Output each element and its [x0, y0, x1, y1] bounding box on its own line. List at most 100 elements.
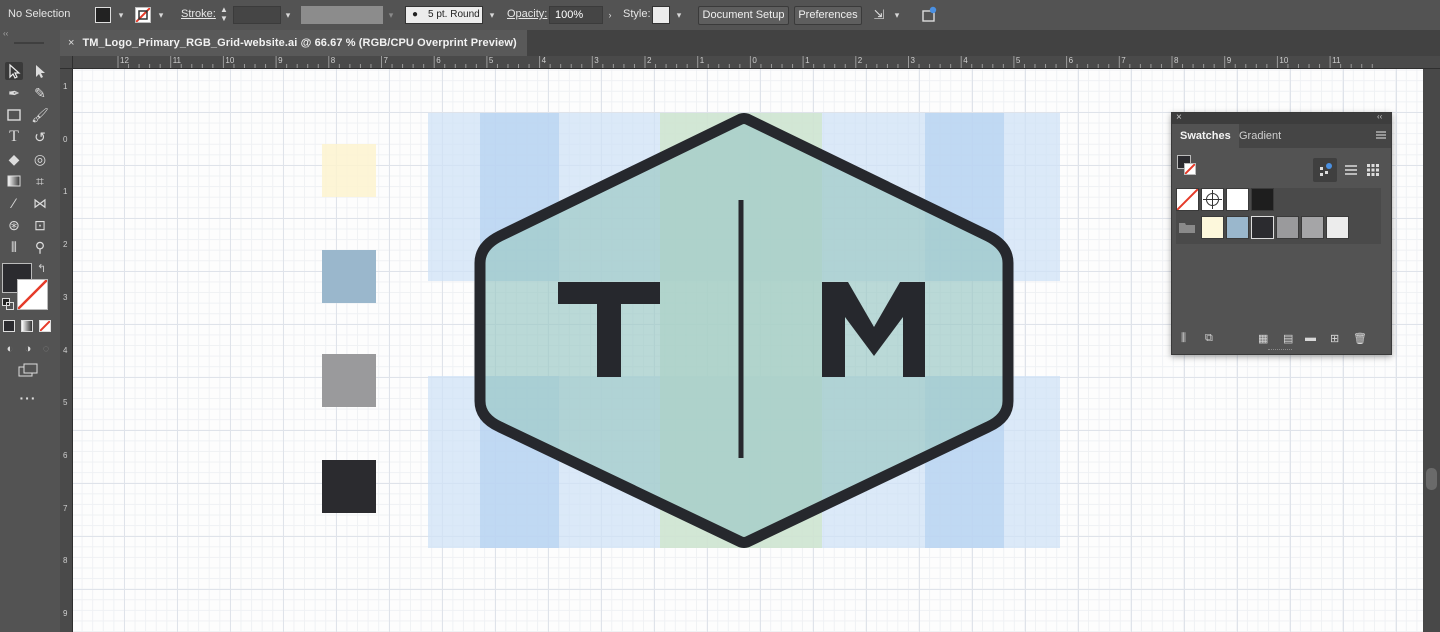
mesh-tool-icon[interactable]: ⌗: [31, 172, 49, 190]
vertical-scrollbar[interactable]: [1423, 69, 1440, 632]
panel-collapse-icon[interactable]: ‹‹: [1377, 112, 1382, 121]
vertical-ruler[interactable]: 1 0 1 2 3 4 5 6 7 8 9: [60, 56, 73, 632]
tools-panel: ‹‹ ✒ ✎ 🖌 T ↺ ◆ ◎ ⌗ ⁄ ⋈ ⊛ ⊡ ⫴ ⚲ ↰ ◐ ◑ ◌ ·…: [0, 30, 61, 632]
swatch-black[interactable]: [1251, 188, 1274, 211]
document-tab-bar: × TM_Logo_Primary_RGB_Grid-website.ai @ …: [60, 30, 1440, 56]
opacity-label[interactable]: Opacity:: [507, 8, 547, 20]
draw-behind-icon[interactable]: ◑: [19, 340, 37, 358]
place-swatch-icon[interactable]: ⧉: [1205, 332, 1213, 345]
color-mode-icon[interactable]: [3, 320, 15, 332]
document-tab[interactable]: × TM_Logo_Primary_RGB_Grid-website.ai @ …: [60, 30, 527, 56]
swatch-none[interactable]: [1176, 188, 1199, 211]
edit-toolbar-more-icon[interactable]: ···: [18, 390, 38, 406]
swatch-gray[interactable]: [1276, 216, 1299, 239]
opacity-arrow-icon[interactable]: ›: [604, 6, 616, 24]
document-setup-button[interactable]: Document Setup: [698, 6, 789, 25]
column-graph-tool-icon[interactable]: ⫴: [5, 238, 23, 256]
ruler-label: 9: [1226, 56, 1232, 65]
tab-swatches[interactable]: Swatches: [1172, 124, 1239, 148]
opacity-field[interactable]: 100%: [549, 6, 603, 24]
toolbar-grip[interactable]: [14, 42, 44, 44]
swatch-yellow[interactable]: [1201, 216, 1224, 239]
default-fill-stroke-icon[interactable]: [2, 298, 14, 310]
ruler-label: 3: [910, 56, 915, 65]
preferences-button[interactable]: Preferences: [794, 6, 862, 25]
eyedropper-tool-icon[interactable]: ⁄: [5, 194, 23, 212]
zoom-tool-icon[interactable]: ⚲: [31, 238, 49, 256]
horizontal-ruler[interactable]: 12 11 10 9 8 7 6 5 4 3 2 1 0 1 2 3 4 5 6 7 8 9 10 11: [60, 56, 1440, 69]
gradient-mode-icon[interactable]: [21, 320, 33, 332]
gradient-tool-icon[interactable]: [5, 172, 23, 190]
fill-chevron-down-icon[interactable]: ▾: [116, 10, 126, 20]
artboard-tool-icon[interactable]: ⊡: [31, 216, 49, 234]
swatch-registration[interactable]: [1201, 188, 1224, 211]
draw-normal-icon[interactable]: ◐: [1, 340, 19, 358]
grid-view-icon[interactable]: [1366, 163, 1380, 177]
stroke-weight-chevron-icon[interactable]: ▾: [283, 10, 293, 20]
swatch-white[interactable]: [1226, 188, 1249, 211]
gray-color-chip[interactable]: [322, 354, 376, 407]
stroke-swatch[interactable]: [135, 7, 151, 23]
rectangle-tool-icon[interactable]: [5, 106, 23, 124]
swatch-dark[interactable]: [1251, 216, 1274, 239]
blend-tool-icon[interactable]: ⋈: [31, 194, 49, 212]
scrollbar-thumb[interactable]: [1426, 468, 1437, 490]
style-chevron-icon[interactable]: ▾: [674, 10, 684, 20]
new-swatch-icon[interactable]: ⊞: [1330, 332, 1339, 345]
color-group-edit-icon[interactable]: ▦: [1258, 332, 1268, 345]
new-color-group-icon[interactable]: ▬: [1305, 332, 1316, 344]
direct-selection-tool-icon[interactable]: [31, 62, 49, 80]
arrange-documents-icon[interactable]: [920, 6, 938, 24]
list-view-icon[interactable]: [1344, 163, 1358, 177]
rotate-tool-icon[interactable]: ↺: [31, 128, 49, 146]
curvature-tool-icon[interactable]: ✎: [31, 84, 49, 102]
swatch-options-icon[interactable]: ▤: [1283, 332, 1293, 345]
panel-title-bar[interactable]: × ‹‹: [1172, 112, 1391, 124]
selection-tool-icon[interactable]: [5, 62, 23, 80]
swatch-mid-gray[interactable]: [1301, 216, 1324, 239]
delete-swatch-trash-icon[interactable]: 🗑: [1353, 332, 1367, 345]
stroke-chevron-down-icon[interactable]: ▾: [156, 10, 166, 20]
swatch-light-gray[interactable]: [1326, 216, 1349, 239]
swap-fill-stroke-icon[interactable]: ↰: [37, 263, 51, 275]
yellow-color-chip[interactable]: [322, 144, 376, 197]
color-group-folder-icon[interactable]: [1178, 219, 1196, 235]
brush-definition[interactable]: ● 5 pt. Round: [405, 6, 483, 24]
ruler-label: 6: [1068, 56, 1074, 65]
fill-swatch[interactable]: [95, 7, 111, 23]
warp-tool-icon[interactable]: ◎: [31, 150, 49, 168]
swatch-blue-gray[interactable]: [1226, 216, 1249, 239]
stroke-color-box[interactable]: [17, 279, 48, 310]
screen-mode-icon[interactable]: [17, 362, 39, 380]
align-chevron-icon[interactable]: ▾: [892, 10, 902, 20]
blue-gray-color-chip[interactable]: [322, 250, 376, 303]
tm-logo-artwork[interactable]: [428, 113, 1060, 548]
variable-width-profile[interactable]: [301, 6, 383, 24]
type-tool-icon[interactable]: T: [5, 128, 23, 146]
show-swatch-kinds-button[interactable]: [1313, 158, 1337, 182]
pen-tool-icon[interactable]: ✒: [5, 84, 23, 102]
panel-close-icon[interactable]: ×: [1176, 112, 1182, 123]
paintbrush-tool-icon[interactable]: 🖌: [31, 106, 49, 124]
close-icon[interactable]: ×: [68, 37, 74, 49]
graphic-style-swatch[interactable]: [652, 6, 670, 24]
stroke-weight-field[interactable]: [233, 6, 281, 24]
brush-chevron-icon[interactable]: ▾: [487, 10, 497, 20]
toolbar-collapse-icon[interactable]: ‹‹: [0, 30, 63, 38]
panel-resize-grip[interactable]: [1268, 349, 1292, 353]
symbol-sprayer-icon[interactable]: ⊛: [5, 216, 23, 234]
eraser-tool-icon[interactable]: ◆: [5, 150, 23, 168]
align-to-icon[interactable]: ⇲: [871, 7, 887, 23]
hamburger-icon[interactable]: [1375, 130, 1387, 140]
tab-gradient[interactable]: Gradient: [1231, 124, 1289, 148]
profile-chevron-icon[interactable]: ▾: [386, 10, 396, 20]
none-mode-icon[interactable]: [39, 320, 51, 332]
ruler-origin[interactable]: [60, 56, 73, 69]
dark-color-chip[interactable]: [322, 460, 376, 513]
ruler-label: 8: [63, 556, 68, 566]
draw-inside-icon[interactable]: ◌: [37, 340, 55, 358]
panel-stroke-indicator[interactable]: [1184, 163, 1196, 175]
stroke-label[interactable]: Stroke:: [181, 8, 216, 20]
swatch-libraries-icon[interactable]: ⫼: [1181, 332, 1186, 345]
stroke-stepper[interactable]: ▲ ▼: [218, 5, 230, 25]
